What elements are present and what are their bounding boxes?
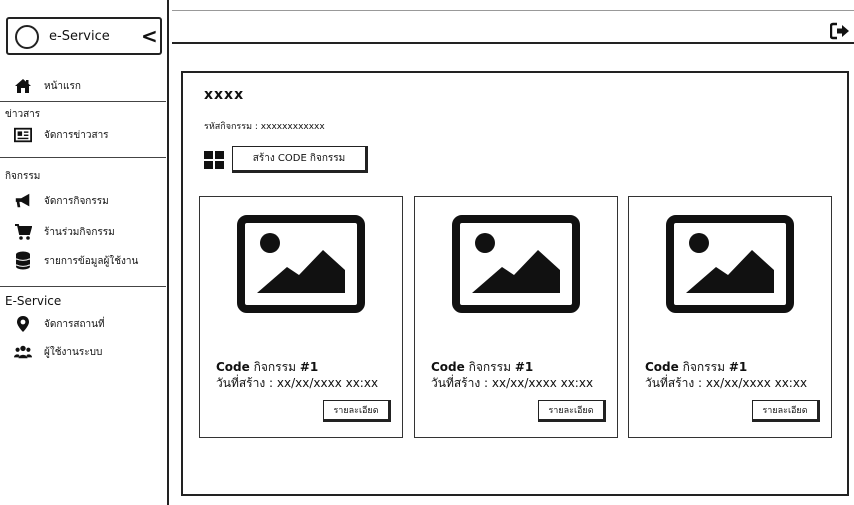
sidebar-item-label: จัดการข่าวสาร bbox=[44, 129, 109, 141]
sidebar-item-label: ร้านร่วมกิจกรรม bbox=[44, 226, 115, 238]
users-icon bbox=[14, 343, 32, 361]
sidebar: e-Service < หน้าแรก ข่าวสาร จัดการข่าวสา… bbox=[0, 0, 169, 505]
topbar-border bbox=[172, 10, 854, 11]
sidebar-divider bbox=[0, 101, 166, 102]
home-icon bbox=[14, 77, 32, 95]
image-placeholder-icon bbox=[237, 215, 365, 313]
activity-card[interactable]: Code กิจกรรม #1 วันที่สร้าง : xx/xx/xxxx… bbox=[628, 196, 832, 438]
create-code-button[interactable]: สร้าง CODE กิจกรรม bbox=[232, 146, 368, 173]
section-label-news: ข่าวสาร bbox=[5, 109, 41, 120]
card-date: วันที่สร้าง : xx/xx/xxxx xx:xx bbox=[645, 376, 808, 390]
sidebar-item-activity-manage[interactable]: จัดการกิจกรรม bbox=[14, 190, 109, 212]
sidebar-item-label: หน้าแรก bbox=[44, 80, 81, 92]
sidebar-item-home[interactable]: หน้าแรก bbox=[14, 75, 81, 97]
image-placeholder-icon bbox=[452, 215, 580, 313]
main-panel: xxxx รหัสกิจกรรม : xxxxxxxxxxxx สร้าง CO… bbox=[181, 71, 849, 496]
sidebar-item-user-data-list[interactable]: รายการข้อมูลผู้ใช้งาน bbox=[14, 250, 138, 272]
brand-header: e-Service < bbox=[6, 17, 162, 55]
section-label-eservice: E-Service bbox=[5, 294, 62, 308]
detail-button[interactable]: รายละเอียด bbox=[323, 400, 391, 422]
sidebar-item-activity-shops[interactable]: ร้านร่วมกิจกรรม bbox=[14, 221, 115, 243]
sidebar-item-label: รายการข้อมูลผู้ใช้งาน bbox=[44, 255, 139, 267]
sidebar-divider bbox=[0, 286, 166, 287]
newspaper-icon bbox=[14, 126, 32, 144]
activity-card[interactable]: Code กิจกรรม #1 วันที่สร้าง : xx/xx/xxxx… bbox=[199, 196, 403, 438]
image-placeholder-icon bbox=[666, 215, 794, 313]
logo-circle-icon bbox=[15, 25, 39, 49]
database-icon bbox=[14, 251, 32, 270]
cart-icon bbox=[14, 223, 32, 241]
detail-button[interactable]: รายละเอียด bbox=[538, 400, 606, 422]
topbar-divider bbox=[172, 42, 854, 44]
detail-button[interactable]: รายละเอียด bbox=[752, 400, 820, 422]
sidebar-divider bbox=[0, 157, 166, 158]
sidebar-item-label: จัดการสถานที่ bbox=[44, 318, 105, 330]
sidebar-item-news-manage[interactable]: จัดการข่าวสาร bbox=[14, 124, 109, 146]
sidebar-item-label: จัดการกิจกรรม bbox=[44, 195, 109, 207]
sidebar-item-system-users[interactable]: ผู้ใช้งานระบบ bbox=[14, 341, 102, 363]
page-title: xxxx bbox=[204, 87, 245, 103]
activity-card[interactable]: Code กิจกรรม #1 วันที่สร้าง : xx/xx/xxxx… bbox=[414, 196, 618, 438]
section-label-activity: กิจกรรม bbox=[5, 171, 41, 182]
card-date: วันที่สร้าง : xx/xx/xxxx xx:xx bbox=[431, 376, 594, 390]
grid-icon bbox=[204, 151, 224, 169]
collapse-sidebar-icon[interactable]: < bbox=[141, 24, 158, 48]
megaphone-icon bbox=[14, 192, 32, 210]
activity-code: รหัสกิจกรรม : xxxxxxxxxxxx bbox=[204, 122, 325, 132]
card-date: วันที่สร้าง : xx/xx/xxxx xx:xx bbox=[216, 376, 379, 390]
sidebar-item-location-manage[interactable]: จัดการสถานที่ bbox=[14, 313, 105, 335]
map-marker-icon bbox=[14, 315, 32, 333]
sidebar-item-label: ผู้ใช้งานระบบ bbox=[44, 346, 103, 358]
brand-name: e-Service bbox=[49, 29, 110, 44]
sign-out-icon[interactable] bbox=[829, 22, 850, 40]
